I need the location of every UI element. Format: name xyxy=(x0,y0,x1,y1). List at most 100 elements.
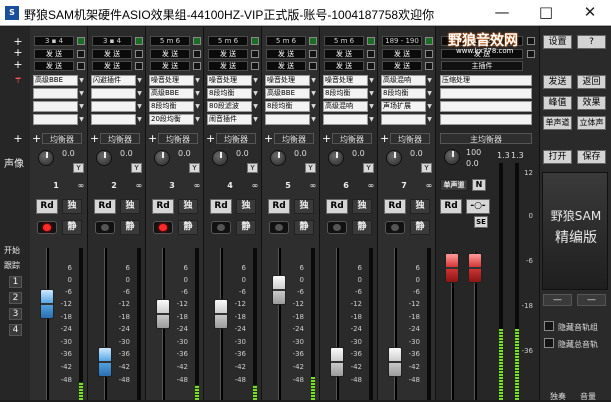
solo-button[interactable]: 独 xyxy=(294,199,314,214)
channel-select-button[interactable]: 4 xyxy=(9,324,22,336)
stereo-mode-button[interactable]: 立体声 xyxy=(577,116,606,130)
record-arm-icon[interactable] xyxy=(269,221,289,234)
mute-button[interactable]: 静 xyxy=(352,220,372,235)
y-button[interactable]: Y xyxy=(131,163,142,173)
record-arm-icon[interactable] xyxy=(37,221,57,234)
record-arm-icon[interactable] xyxy=(327,221,347,234)
add-icon[interactable]: + xyxy=(380,133,389,144)
add-icon[interactable]: + xyxy=(13,133,23,144)
record-button[interactable]: Rd xyxy=(36,199,58,214)
pan-knob[interactable] xyxy=(386,150,402,166)
channel-select-button[interactable]: 2 xyxy=(9,292,22,304)
link-icon[interactable]: ∞ xyxy=(193,181,201,191)
dropdown-arrow-icon[interactable]: ▼ xyxy=(310,101,317,112)
volume-fader[interactable] xyxy=(330,347,344,377)
pan-knob[interactable] xyxy=(38,150,54,166)
mute-button[interactable]: 静 xyxy=(410,220,430,235)
add-icon[interactable]: + xyxy=(13,47,23,58)
eq-button[interactable]: 均衡器 xyxy=(216,133,256,144)
fx-slot[interactable]: 80段滤波 xyxy=(207,101,252,112)
send-checkbox[interactable] xyxy=(77,50,85,58)
solo-button[interactable]: 独 xyxy=(62,199,82,214)
dropdown-arrow-icon[interactable]: ▼ xyxy=(252,101,259,112)
link-icon[interactable]: ∞ xyxy=(135,181,143,191)
decrease-right-button[interactable]: — xyxy=(577,294,606,306)
fx-slot[interactable]: 噪音处理 xyxy=(149,75,194,86)
mute-button[interactable]: 静 xyxy=(62,220,82,235)
pan-knob[interactable] xyxy=(270,150,286,166)
record-button[interactable]: Rd xyxy=(210,199,232,214)
send-checkbox[interactable] xyxy=(309,50,317,58)
fx-slot[interactable]: 8段均衡 xyxy=(149,101,194,112)
solo-button[interactable]: 独 xyxy=(178,199,198,214)
io-selector[interactable]: 3 ▪ 4 xyxy=(92,36,132,46)
pan-knob[interactable] xyxy=(154,150,170,166)
fx-slot[interactable]: 8段均衡 xyxy=(207,88,252,99)
send-checkbox[interactable] xyxy=(425,50,433,58)
record-button[interactable]: Rd xyxy=(326,199,348,214)
peak-button[interactable]: 峰值 xyxy=(543,96,572,110)
fx-slot[interactable] xyxy=(33,88,78,99)
add-icon[interactable]: + xyxy=(148,133,157,144)
dropdown-arrow-icon[interactable]: ▼ xyxy=(78,88,85,99)
io-selector[interactable]: 5 m 6 xyxy=(208,36,248,46)
io-checkbox[interactable] xyxy=(193,37,201,45)
link-icon[interactable]: ∞ xyxy=(309,181,317,191)
master-pan-knob[interactable] xyxy=(444,149,460,165)
record-arm-icon[interactable] xyxy=(211,221,231,234)
fx-slot[interactable]: 声场扩展 xyxy=(381,101,426,112)
pan-knob[interactable] xyxy=(328,150,344,166)
dropdown-arrow-icon[interactable]: ▼ xyxy=(310,88,317,99)
add-icon[interactable]: + xyxy=(32,133,41,144)
y-button[interactable]: Y xyxy=(73,163,84,173)
send2-button[interactable]: 发 送 xyxy=(382,61,422,71)
send2-checkbox[interactable] xyxy=(425,62,433,70)
dropdown-arrow-icon[interactable]: ▼ xyxy=(194,75,201,86)
return-button[interactable]: 返回 xyxy=(577,75,606,89)
send2-button[interactable]: 发 送 xyxy=(324,61,364,71)
link-icon[interactable]: ∞ xyxy=(77,181,85,191)
dropdown-arrow-icon[interactable]: ▼ xyxy=(368,88,375,99)
io-selector[interactable]: 189 - 190 xyxy=(382,36,422,46)
dropdown-arrow-icon[interactable]: ▼ xyxy=(310,114,317,125)
master-send-button[interactable]: 发 送 xyxy=(441,49,523,59)
maximize-button[interactable]: □ xyxy=(525,0,567,26)
master-fx-slot[interactable]: 压缩处理 xyxy=(440,75,532,86)
link-icon[interactable]: ∞ xyxy=(367,181,375,191)
fx-slot[interactable] xyxy=(265,114,310,125)
dropdown-arrow-icon[interactable]: ▼ xyxy=(368,75,375,86)
io-checkbox[interactable] xyxy=(77,37,85,45)
dropdown-arrow-icon[interactable]: ▼ xyxy=(426,75,433,86)
y-button[interactable]: Y xyxy=(363,163,374,173)
add-icon[interactable]: + xyxy=(90,133,99,144)
send2-button[interactable]: 发 送 xyxy=(266,61,306,71)
volume-fader[interactable] xyxy=(98,347,112,377)
master-link-button[interactable]: -○- xyxy=(466,199,490,214)
dropdown-arrow-icon[interactable]: ▼ xyxy=(136,114,143,125)
send-checkbox[interactable] xyxy=(367,50,375,58)
fx-slot[interactable]: 闹音插件 xyxy=(207,114,252,125)
master-io-selector[interactable]: 1 ▪ 2 xyxy=(441,36,523,46)
fx-slot[interactable]: 高级BBE xyxy=(149,88,194,99)
fx-slot[interactable]: 噪音处理 xyxy=(323,75,368,86)
master-fx-slot-empty[interactable] xyxy=(440,101,532,112)
send-button[interactable]: 发 送 xyxy=(92,49,132,59)
send-checkbox[interactable] xyxy=(135,50,143,58)
dropdown-arrow-icon[interactable]: ▼ xyxy=(136,88,143,99)
master-record-button[interactable]: Rd xyxy=(440,199,462,214)
mute-button[interactable]: 静 xyxy=(294,220,314,235)
fx-slot[interactable]: 8段均衡 xyxy=(323,88,368,99)
dropdown-arrow-icon[interactable]: ▼ xyxy=(194,101,201,112)
master-send-checkbox[interactable] xyxy=(527,50,535,58)
send2-checkbox[interactable] xyxy=(193,62,201,70)
dropdown-arrow-icon[interactable]: ▼ xyxy=(252,75,259,86)
io-checkbox[interactable] xyxy=(367,37,375,45)
dropdown-arrow-icon[interactable]: ▼ xyxy=(252,114,259,125)
solo-button[interactable]: 独 xyxy=(236,199,256,214)
add-icon[interactable]: + xyxy=(264,133,273,144)
io-checkbox[interactable] xyxy=(251,37,259,45)
fx-slot[interactable] xyxy=(33,114,78,125)
fx-slot[interactable]: 20段均衡 xyxy=(149,114,194,125)
close-button[interactable]: ✕ xyxy=(569,0,611,26)
send-checkbox[interactable] xyxy=(251,50,259,58)
